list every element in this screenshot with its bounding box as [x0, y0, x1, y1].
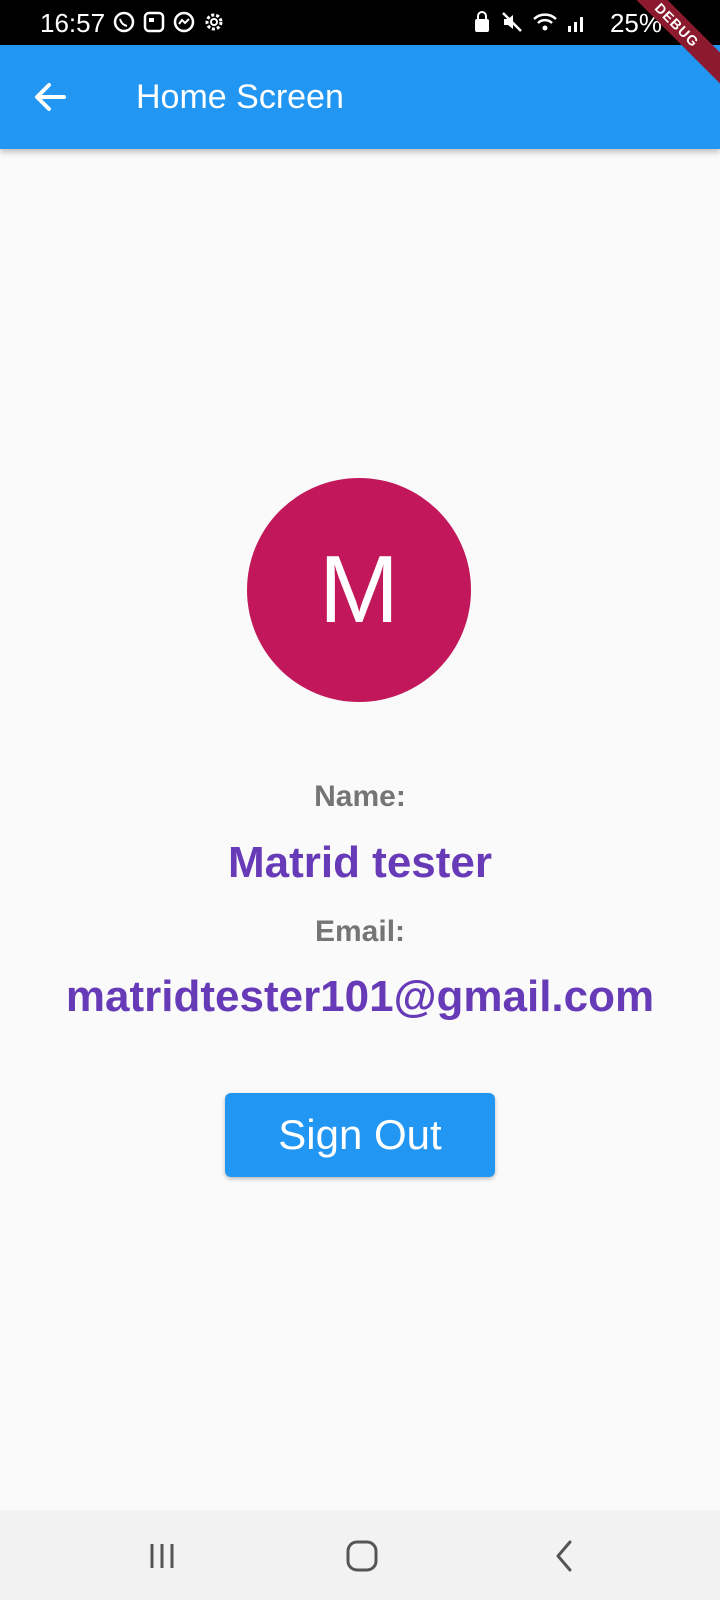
status-right-icons	[472, 10, 588, 39]
recent-apps-icon	[150, 1544, 174, 1568]
back-button[interactable]	[28, 75, 72, 119]
lock-icon	[472, 10, 492, 39]
back-icon	[556, 1540, 572, 1572]
page-title: Home Screen	[136, 78, 344, 116]
sign-out-button[interactable]: Sign Out	[225, 1093, 495, 1177]
news-icon	[142, 10, 166, 39]
email-label: Email:	[314, 915, 406, 948]
signal-icon	[566, 10, 588, 39]
app-bar: Home Screen	[0, 45, 720, 149]
mute-icon	[500, 10, 524, 39]
avatar: M	[247, 478, 471, 702]
email-value: matridtester101@gmail.com	[65, 972, 655, 1021]
messenger-icon	[172, 10, 196, 39]
navigation-bar	[0, 1510, 720, 1600]
status-bar: 16:57 25%	[0, 0, 720, 45]
status-time: 16:57	[40, 8, 106, 38]
status-left-icons	[112, 10, 226, 39]
name-label: Name:	[314, 780, 406, 813]
whatsapp-icon	[112, 10, 136, 39]
name-value: Matrid tester	[227, 838, 493, 887]
home-button[interactable]	[338, 1532, 386, 1580]
wifi-icon	[532, 10, 558, 39]
settings-icon	[202, 10, 226, 39]
nav-back-button[interactable]	[540, 1532, 588, 1580]
home-icon	[346, 1540, 378, 1572]
recent-apps-button[interactable]	[138, 1532, 186, 1580]
arrow-back-icon	[35, 83, 66, 111]
